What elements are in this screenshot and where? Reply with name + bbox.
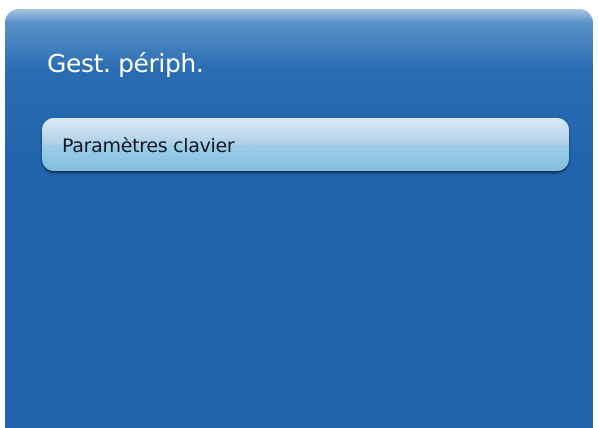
device-manager-menu: Gest. périph. Paramètres clavier bbox=[5, 9, 593, 428]
menu-item-label: Paramètres clavier bbox=[62, 135, 235, 157]
menu-item-keyboard-settings[interactable]: Paramètres clavier bbox=[42, 118, 569, 171]
menu-title: Gest. périph. bbox=[47, 49, 204, 78]
